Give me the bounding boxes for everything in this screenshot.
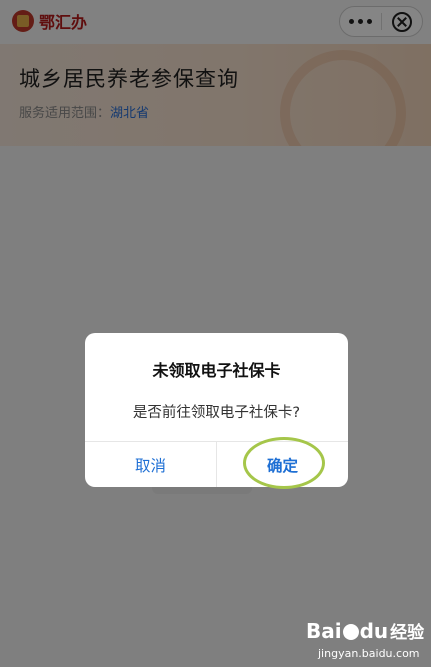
paw-icon (342, 624, 359, 640)
cancel-button[interactable]: 取消 (85, 442, 216, 487)
dialog-message: 是否前往领取电子社保卡? (132, 405, 301, 421)
dialog-title: 未领取电子社保卡 (152, 361, 281, 380)
baidu-url: jingyan.baidu.com (318, 647, 420, 660)
baidu-jingyan-watermark: Bai du 经验 jingyan.baidu.com (306, 618, 426, 662)
baidu-brand-cn: 经验 (390, 623, 425, 643)
baidu-brand-left: Bai (306, 619, 342, 643)
baidu-brand-right: du (359, 619, 389, 643)
baidu-logo: Bai du 经验 (306, 618, 426, 643)
highlight-circle-annotation (243, 437, 325, 489)
